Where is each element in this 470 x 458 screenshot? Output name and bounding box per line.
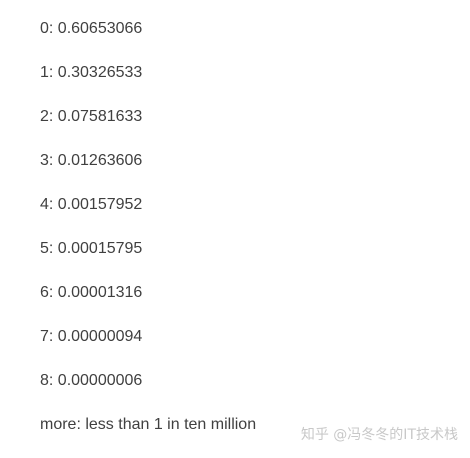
probability-line-2: 2: 0.07581633 bbox=[40, 108, 143, 125]
probability-line-4: 4: 0.00157952 bbox=[40, 196, 143, 213]
probability-line-1: 1: 0.30326533 bbox=[40, 64, 143, 81]
probability-line-5: 5: 0.00015795 bbox=[40, 240, 143, 257]
watermark: 知乎 @冯冬冬的IT技术栈 bbox=[300, 427, 458, 443]
probability-list: 0: 0.60653066 1: 0.30326533 2: 0.0758163… bbox=[40, 18, 460, 458]
probability-line-3: 3: 0.01263606 bbox=[40, 152, 143, 169]
probability-line-7: 7: 0.00000094 bbox=[40, 328, 143, 345]
probability-line-8: 8: 0.00000006 bbox=[40, 372, 143, 389]
probability-line-6: 6: 0.00001316 bbox=[40, 284, 143, 301]
probability-line-0: 0: 0.60653066 bbox=[40, 20, 143, 37]
